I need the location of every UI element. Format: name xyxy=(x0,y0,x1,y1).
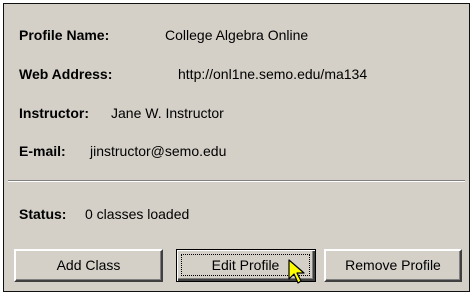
email-row: E-mail: jinstructor@semo.edu xyxy=(19,142,226,160)
web-address-label: Web Address: xyxy=(19,66,113,82)
separator xyxy=(8,180,465,182)
web-address-row: Web Address: http://onl1ne.semo.edu/ma13… xyxy=(19,65,367,83)
mouse-pointer-icon xyxy=(288,259,305,284)
remove-profile-button[interactable]: Remove Profile xyxy=(324,249,462,282)
status-label: Status: xyxy=(19,206,67,222)
email-value: jinstructor@semo.edu xyxy=(90,143,227,159)
profile-name-label: Profile Name: xyxy=(19,27,110,43)
profile-name-value: College Algebra Online xyxy=(165,27,309,43)
web-address-value: http://onl1ne.semo.edu/ma134 xyxy=(178,66,368,82)
instructor-value: Jane W. Instructor xyxy=(111,105,224,121)
profile-panel: Profile Name: College Algebra Online Web… xyxy=(3,3,470,292)
email-label: E-mail: xyxy=(19,143,66,159)
profile-name-row: Profile Name: College Algebra Online xyxy=(19,26,308,44)
add-class-button[interactable]: Add Class xyxy=(14,249,163,282)
instructor-label: Instructor: xyxy=(19,105,89,121)
instructor-row: Instructor: Jane W. Instructor xyxy=(19,104,224,122)
status-value: 0 classes loaded xyxy=(85,206,190,222)
status-row: Status: 0 classes loaded xyxy=(19,205,189,223)
